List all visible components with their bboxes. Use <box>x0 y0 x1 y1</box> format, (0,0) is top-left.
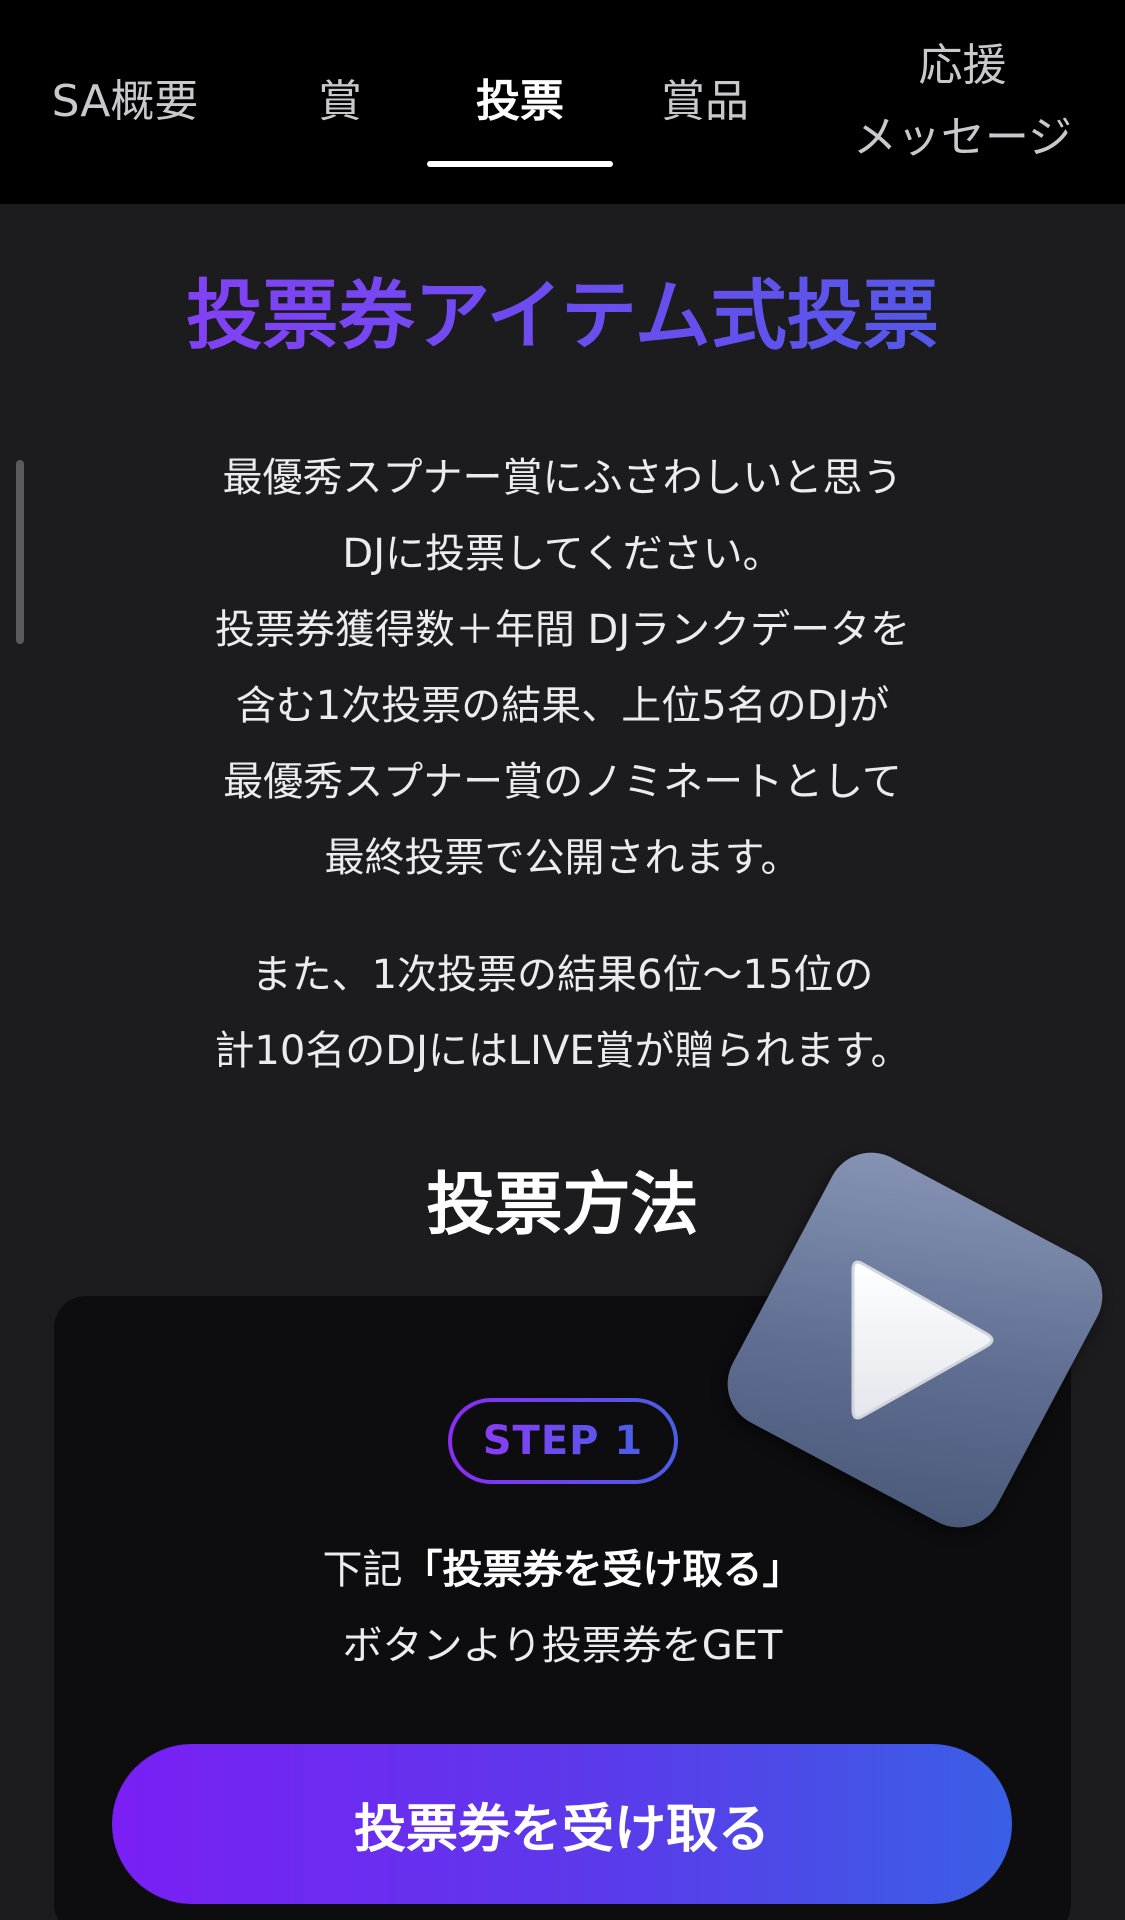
receive-ticket-button[interactable]: 投票券を受け取る <box>112 1744 1012 1904</box>
description-line: 計10名のDJにはLIVE賞が贈られます。 <box>214 1028 911 1074</box>
step-instructions: 下記「投票券を受け取る」 ボタンより投票券をGET <box>0 1532 1125 1684</box>
tab-support-message-line2: メッセージ <box>852 112 1073 163</box>
tab-support-message-line1: 応援 <box>918 40 1007 91</box>
description-line: また、1次投票の結果6位〜15位の <box>251 952 874 998</box>
step-badge: STEP 1 <box>448 1398 678 1484</box>
tab-support-message[interactable]: 応援 メッセージ <box>830 0 1095 204</box>
tab-vote[interactable]: 投票 <box>427 0 613 204</box>
live-prize-description: また、1次投票の結果6位〜15位の 計10名のDJにはLIVE賞が贈られます。 <box>0 937 1125 1089</box>
description-line: 最優秀スプナー賞にふさわしいと思う <box>222 455 903 501</box>
description-line: 最優秀スプナー賞のノミネートとして <box>223 759 902 805</box>
step-text-bold: 「投票券を受け取る」 <box>402 1547 803 1593</box>
page-title: 投票券アイテム式投票 <box>0 268 1125 364</box>
description-line: 含む1次投票の結果、上位5名のDJが <box>235 683 890 729</box>
step-text-line2: ボタンより投票券をGET <box>342 1623 783 1669</box>
active-tab-indicator <box>427 161 613 167</box>
tab-bar: SA概要 賞 投票 賞品 応援 メッセージ <box>0 0 1125 204</box>
step-text-prefix: 下記 <box>322 1547 403 1593</box>
page: SA概要 賞 投票 賞品 応援 メッセージ 投票券アイテム式投票 最優秀スプナー… <box>0 0 1125 1920</box>
vote-description: 最優秀スプナー賞にふさわしいと思う DJに投票してください。 投票券獲得数＋年間… <box>0 440 1125 896</box>
description-line: DJに投票してください。 <box>342 531 783 577</box>
description-line: 投票券獲得数＋年間 DJランクデータを <box>214 607 911 653</box>
tab-sa-overview[interactable]: SA概要 <box>20 0 230 204</box>
play-icon <box>851 1260 994 1420</box>
tab-prize[interactable]: 賞 <box>270 0 410 204</box>
tab-prizes[interactable]: 賞品 <box>635 0 775 204</box>
step-badge-label: STEP 1 <box>482 1418 644 1464</box>
description-line: 最終投票で公開されます。 <box>324 835 801 881</box>
